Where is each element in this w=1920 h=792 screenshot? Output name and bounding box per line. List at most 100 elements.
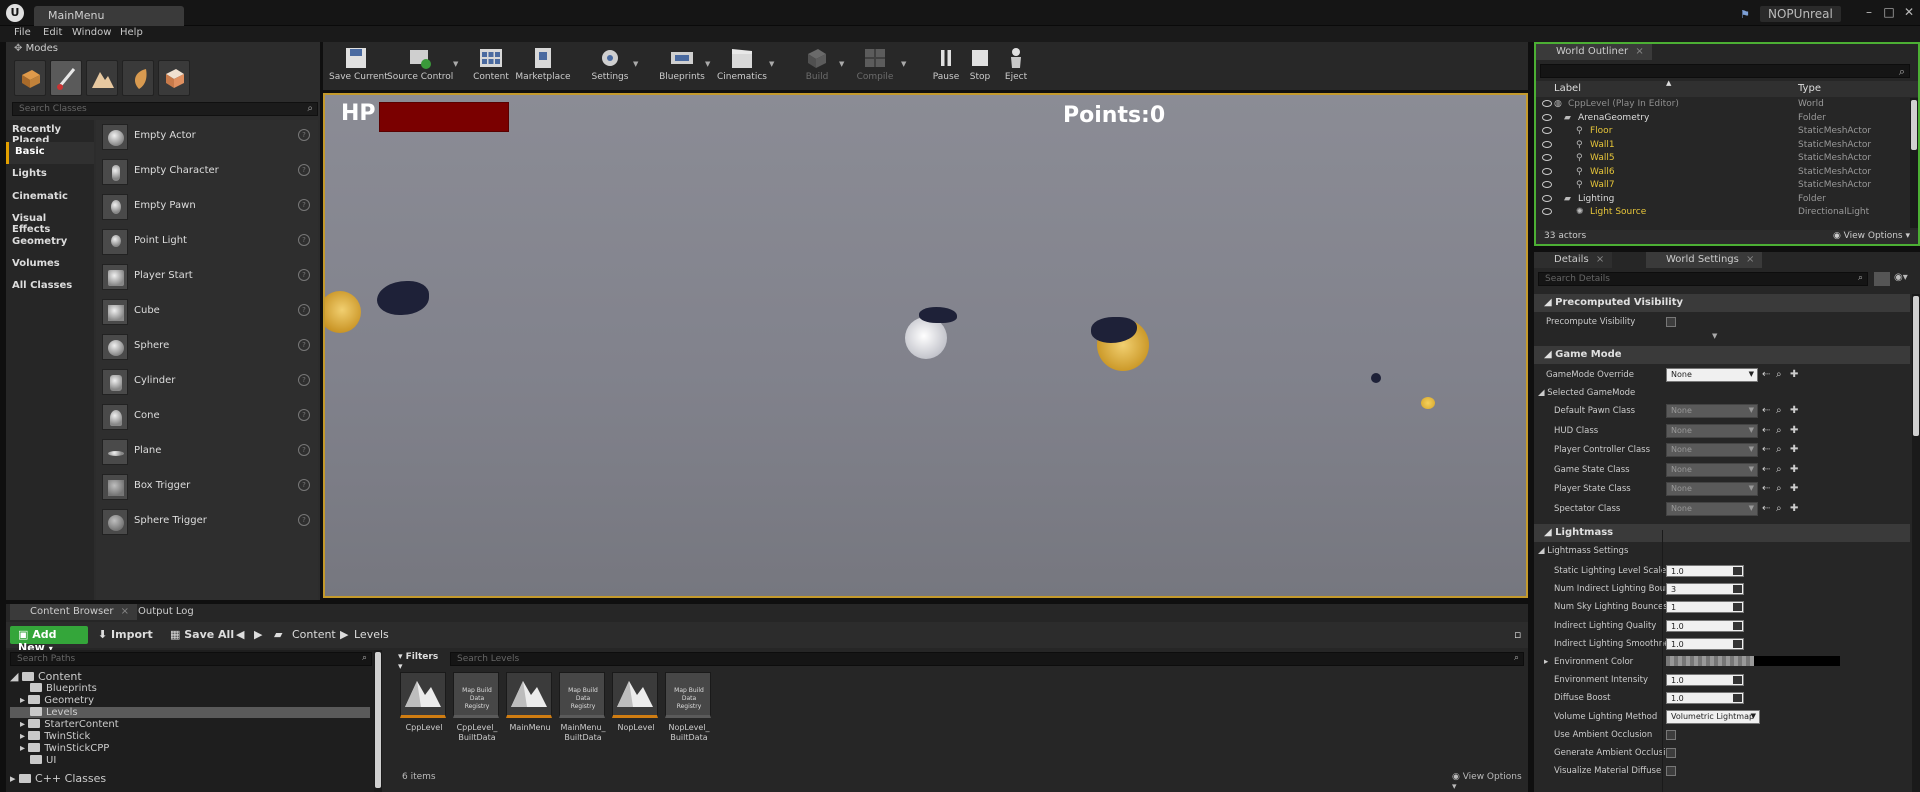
class-dropdown[interactable]: None ▼: [1666, 462, 1758, 477]
eject-button[interactable]: Eject: [999, 44, 1033, 88]
pause-button[interactable]: Pause: [929, 44, 963, 88]
outliner-row[interactable]: ⚲ Wall6 StaticMeshActor: [1536, 166, 1908, 179]
asset-tile[interactable]: Map Build Data Registry MainMenu_ BuiltDa…: [559, 672, 607, 743]
add-icon[interactable]: ✚: [1790, 483, 1798, 494]
column-label[interactable]: Label: [1554, 83, 1581, 94]
outliner-row[interactable]: ✺ Light Source DirectionalLight: [1536, 206, 1908, 219]
save-all-button[interactable]: ▦ Save All: [170, 628, 234, 641]
class-dropdown[interactable]: None ▼: [1666, 423, 1758, 438]
visibility-eye-icon[interactable]: [1542, 140, 1552, 148]
close-icon[interactable]: ✕: [1900, 4, 1918, 20]
asset-tile[interactable]: Map Build Data Registry NopLevel_ BuiltDa…: [665, 672, 713, 743]
placeable-plane[interactable]: Plane?: [96, 435, 318, 470]
tree-item-twinstick[interactable]: ▸ TwinStick: [20, 731, 90, 742]
placeable-empty-pawn[interactable]: Empty Pawn?: [96, 190, 318, 225]
add-new-button[interactable]: ▣ Add New ▾: [10, 626, 88, 654]
info-icon[interactable]: ?: [298, 234, 310, 246]
visibility-eye-icon[interactable]: [1542, 100, 1552, 107]
prop-lightmass-settings[interactable]: ◢ Lightmass Settings: [1534, 542, 1910, 560]
column-type[interactable]: Type: [1798, 83, 1821, 94]
paint-mode-icon[interactable]: [50, 60, 82, 96]
info-icon[interactable]: ?: [298, 199, 310, 211]
asset-tile[interactable]: MainMenu: [506, 672, 554, 733]
class-dropdown[interactable]: None ▼: [1666, 501, 1758, 516]
section-precomputed-visibility[interactable]: ◢ Precomputed Visibility: [1534, 294, 1910, 312]
visibility-eye-icon[interactable]: [1542, 208, 1552, 215]
document-tab[interactable]: MainMenu: [34, 6, 184, 26]
tab-world-settings[interactable]: World Settings ×: [1646, 252, 1763, 268]
outliner-row[interactable]: ⚲ Wall1 StaticMeshActor: [1536, 139, 1908, 152]
browse-icon[interactable]: ⌕: [1776, 483, 1782, 494]
visibility-eye-icon[interactable]: [1542, 154, 1552, 161]
gamemode-override-dropdown[interactable]: None ▼: [1666, 368, 1758, 382]
search-levels-input[interactable]: Search Levels ⌕: [450, 652, 1524, 666]
use-selected-icon[interactable]: ⇠: [1762, 425, 1770, 436]
details-scrollbar[interactable]: [1912, 294, 1920, 792]
scrollbar-thumb[interactable]: [375, 652, 381, 788]
source-control-dropdown-icon[interactable]: ▼: [453, 60, 458, 68]
category-recently-placed[interactable]: Recently Placed: [6, 120, 94, 146]
category-cinematic[interactable]: Cinematic: [6, 187, 94, 209]
menu-edit[interactable]: Edit: [43, 27, 62, 38]
use-selected-icon[interactable]: ⇠: [1762, 444, 1770, 455]
visibility-eye-icon[interactable]: [1542, 113, 1552, 121]
placeable-empty-character[interactable]: Empty Character?: [96, 155, 318, 190]
browse-icon[interactable]: ⌕: [1776, 444, 1782, 455]
tree-item-geometry[interactable]: ▸ Geometry: [20, 695, 94, 706]
source-control-button[interactable]: Source Control: [387, 44, 453, 88]
placeable-cube[interactable]: Cube?: [96, 295, 318, 330]
placeable-cylinder[interactable]: Cylinder?: [96, 365, 318, 400]
close-icon[interactable]: ×: [1635, 46, 1643, 57]
menu-help[interactable]: Help: [120, 27, 143, 38]
foliage-mode-icon[interactable]: [122, 60, 154, 96]
category-all-classes[interactable]: All Classes: [6, 276, 94, 298]
use-selected-icon[interactable]: ⇠: [1762, 503, 1770, 514]
browse-icon[interactable]: ⌕: [1776, 503, 1782, 514]
browse-icon[interactable]: ⌕: [1776, 369, 1782, 380]
filters-button[interactable]: ▾ Filters ▾: [398, 652, 444, 672]
tab-world-outliner[interactable]: World Outliner ×: [1536, 44, 1652, 60]
asset-tile[interactable]: CppLevel: [400, 672, 448, 733]
numeric-field[interactable]: 3: [1666, 583, 1744, 596]
placeable-cone[interactable]: Cone?: [96, 400, 318, 435]
save-current-button[interactable]: Save Current: [329, 44, 388, 88]
outliner-search-input[interactable]: ⌕: [1540, 64, 1910, 78]
search-paths-input[interactable]: Search Paths ⌕: [10, 652, 372, 666]
content-button[interactable]: Content: [471, 44, 511, 88]
game-viewport[interactable]: HP Points:0: [323, 93, 1528, 598]
outliner-row[interactable]: ⚲ Floor StaticMeshActor: [1536, 125, 1908, 138]
tree-item-cpp-classes[interactable]: ▸ C++ Classes: [10, 772, 106, 785]
add-icon[interactable]: ✚: [1790, 369, 1798, 380]
info-icon[interactable]: ?: [298, 409, 310, 421]
compile-dropdown-icon[interactable]: ▼: [901, 60, 906, 68]
add-icon[interactable]: ✚: [1790, 444, 1798, 455]
checkbox[interactable]: [1666, 766, 1676, 777]
category-visual-effects[interactable]: Visual Effects: [6, 209, 94, 235]
numeric-field[interactable]: 1.0: [1666, 692, 1744, 705]
add-icon[interactable]: ✚: [1790, 425, 1798, 436]
search-classes-input[interactable]: Search Classes ⌕: [12, 102, 318, 116]
menu-window[interactable]: Window: [72, 27, 111, 38]
visibility-eye-icon[interactable]: [1542, 167, 1552, 175]
maximize-icon[interactable]: □: [1880, 4, 1898, 20]
outliner-scrollbar[interactable]: [1910, 98, 1918, 228]
details-search-input[interactable]: Search Details ⌕: [1538, 272, 1868, 286]
view-options-button[interactable]: ◉ View Options ▾: [1833, 231, 1910, 241]
info-icon[interactable]: ?: [298, 304, 310, 316]
breadcrumb-levels[interactable]: Levels: [354, 628, 389, 641]
blueprints-dropdown-icon[interactable]: ▼: [705, 60, 710, 68]
tree-item-ui[interactable]: UI: [30, 755, 56, 766]
placeable-sphere-trigger[interactable]: Sphere Trigger?: [96, 505, 318, 540]
tree-item-levels[interactable]: Levels: [10, 707, 370, 718]
placeable-empty-actor[interactable]: Empty Actor?: [96, 120, 318, 155]
view-options-button[interactable]: ◉ View Options ▾: [1452, 772, 1528, 792]
visibility-eye-icon[interactable]: [1542, 194, 1552, 202]
use-selected-icon[interactable]: ⇠: [1762, 405, 1770, 416]
forward-icon[interactable]: ▶: [254, 628, 262, 641]
grid-view-icon[interactable]: [1874, 272, 1890, 286]
visibility-eye-icon[interactable]: [1542, 181, 1552, 188]
info-icon[interactable]: ?: [298, 444, 310, 456]
info-icon[interactable]: ?: [298, 479, 310, 491]
checkbox[interactable]: [1666, 729, 1676, 740]
expand-arrow-icon[interactable]: ▼: [1712, 332, 1717, 340]
